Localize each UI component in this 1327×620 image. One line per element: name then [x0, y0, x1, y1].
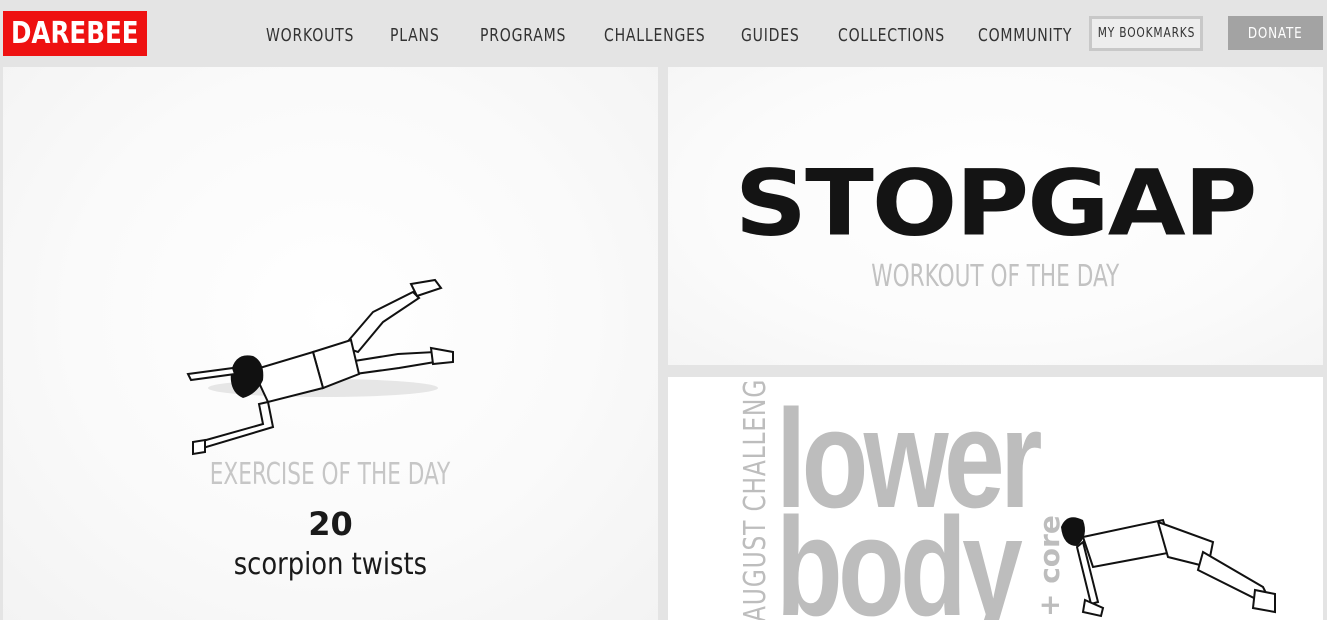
nav-challenges[interactable]: CHALLENGES: [604, 22, 734, 48]
monthly-challenge-card[interactable]: AUGUST CHALLENGE lower body + core: [668, 377, 1323, 620]
nav-guides[interactable]: GUIDES: [741, 22, 816, 48]
plank-illustration: [1061, 517, 1276, 618]
workout-title: STOPGAP: [735, 149, 1258, 257]
workout-of-the-day-label: WORKOUT OF THE DAY: [871, 259, 1120, 294]
nav-programs[interactable]: PROGRAMS: [480, 22, 591, 48]
scorpion-twist-illustration: [186, 278, 454, 456]
exercise-of-the-day-card[interactable]: EXERCISE OF THE DAY 20 scorpion twists: [3, 67, 658, 620]
donate-button[interactable]: DONATE: [1228, 16, 1323, 50]
workout-of-the-day-card[interactable]: STOPGAP WORKOUT OF THE DAY: [668, 67, 1323, 365]
nav-community[interactable]: COMMUNITY: [978, 22, 1099, 48]
exercise-reps: 20: [308, 505, 353, 543]
nav-workouts[interactable]: WORKOUTS: [266, 22, 379, 48]
challenge-vertical-label: AUGUST CHALLENGE: [738, 377, 773, 620]
exercise-name: scorpion twists: [233, 547, 428, 582]
darebee-logo[interactable]: DAREBEE: [3, 11, 147, 56]
nav-collections[interactable]: COLLECTIONS: [838, 22, 975, 48]
my-bookmarks-button[interactable]: MY BOOKMARKS: [1089, 16, 1203, 51]
exercise-of-the-day-label: EXERCISE OF THE DAY: [210, 457, 451, 492]
site-header: DAREBEE WORKOUTS PLANS PROGRAMS CHALLENG…: [0, 0, 1327, 66]
nav-plans[interactable]: PLANS: [390, 22, 454, 48]
